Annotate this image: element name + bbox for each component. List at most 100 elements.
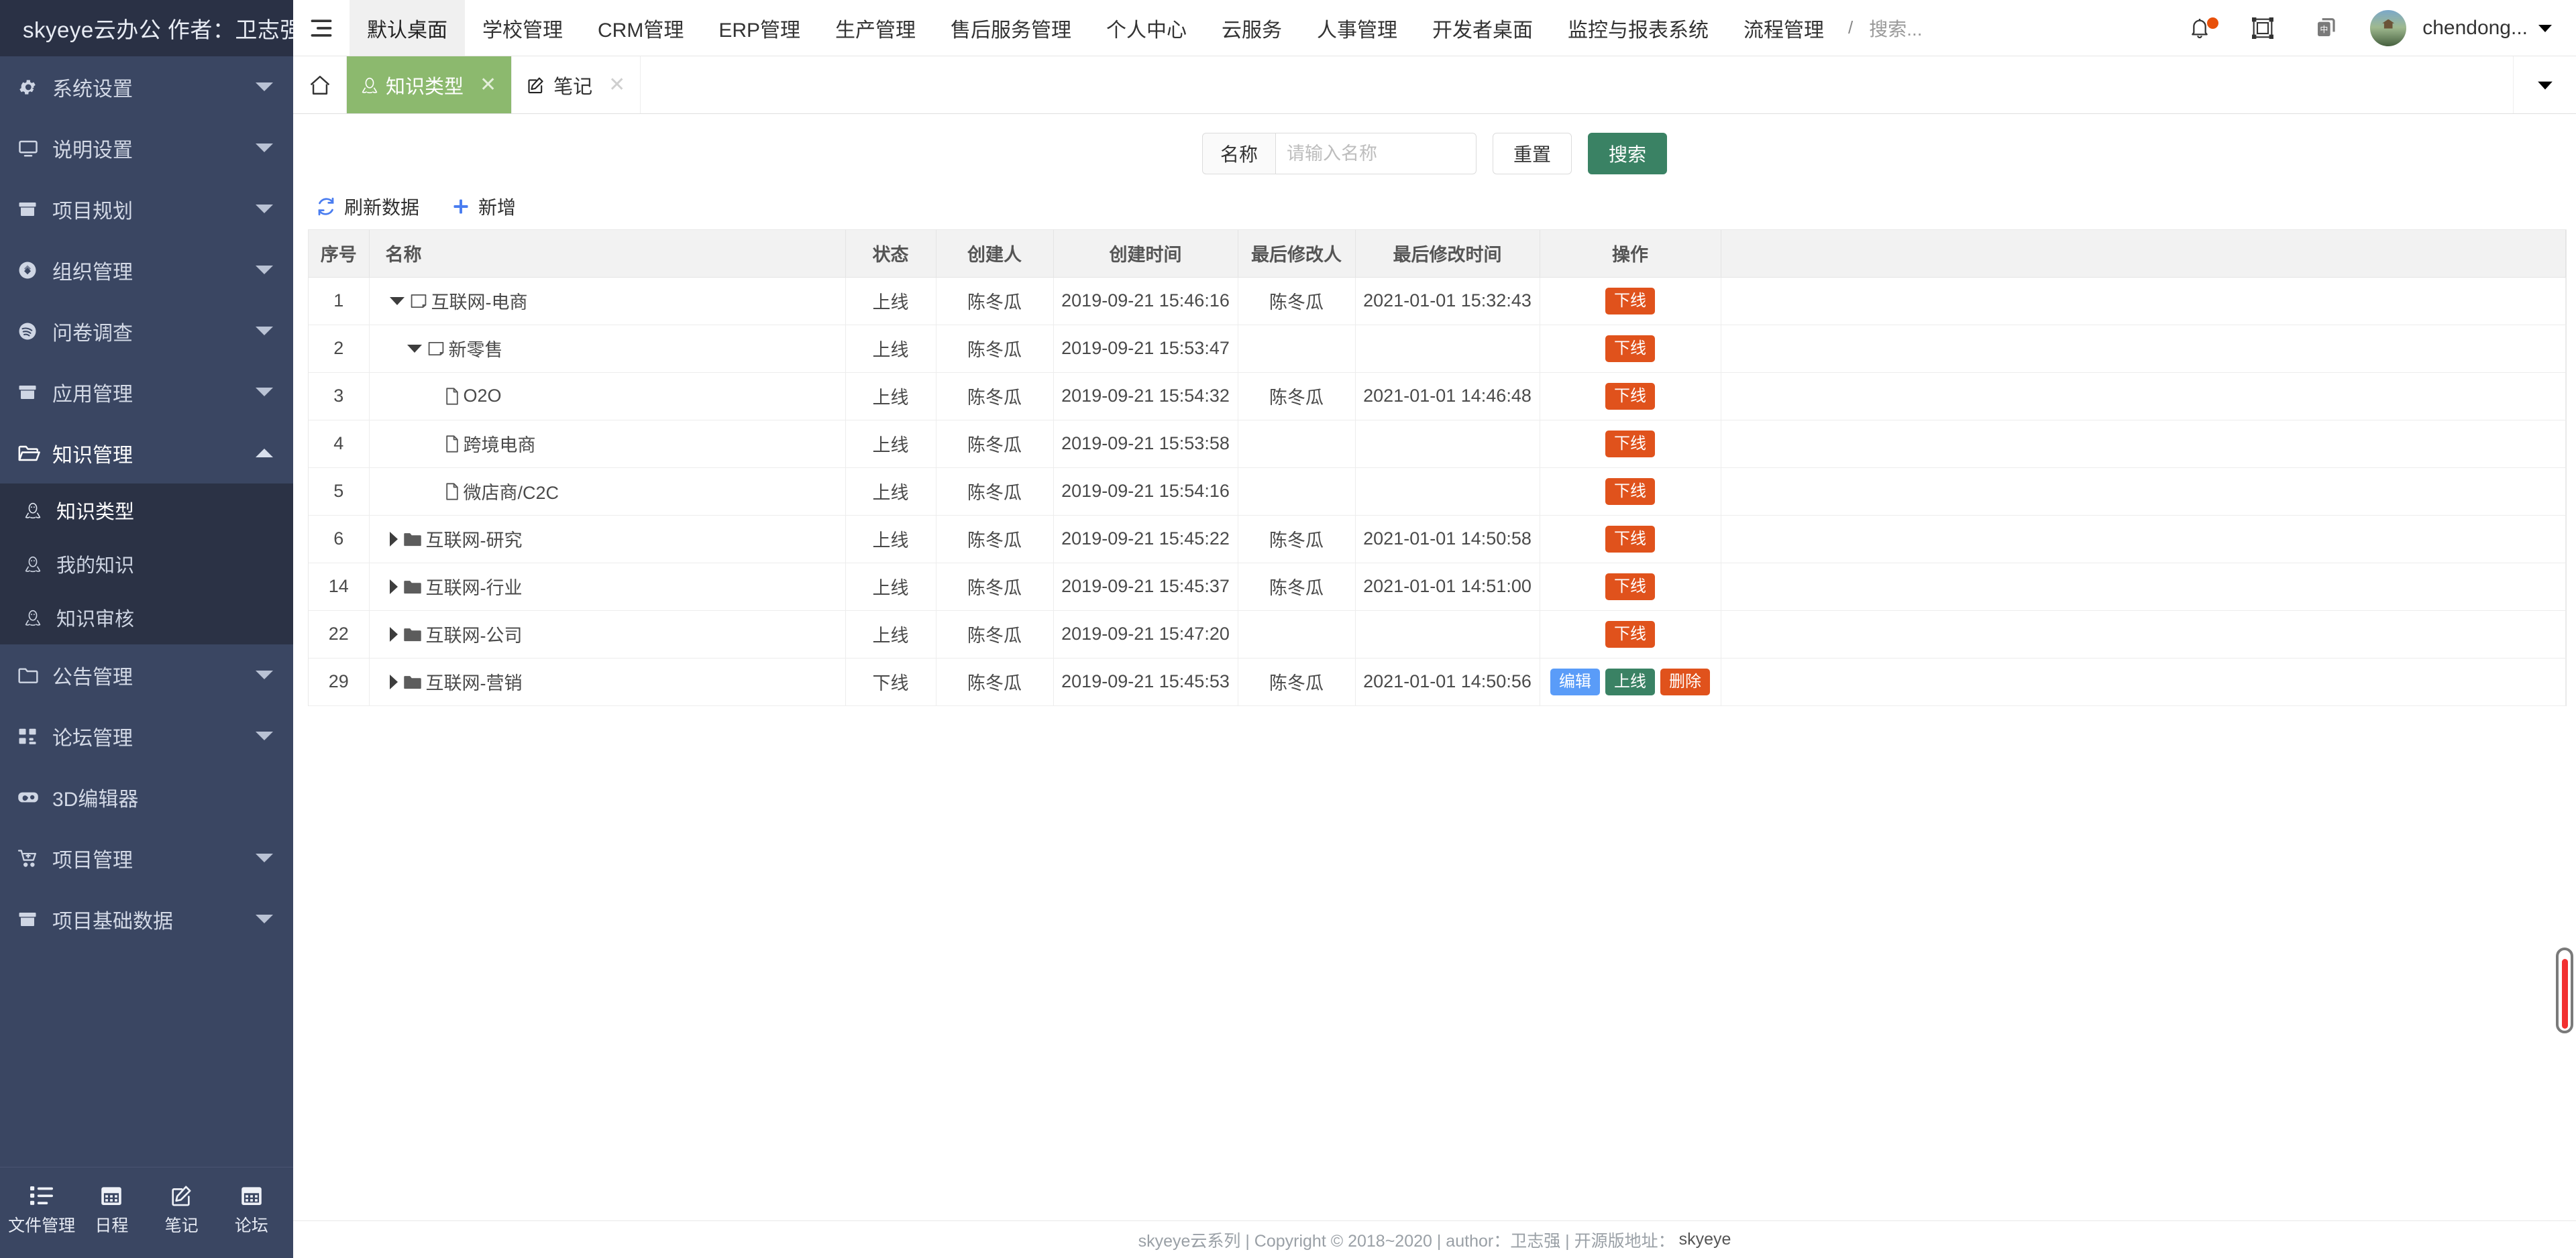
sidebar-item-org-management[interactable]: 组织管理 <box>0 239 293 300</box>
col-seq[interactable]: 序号 <box>309 230 370 278</box>
cell-name[interactable]: 新零售 <box>369 325 846 373</box>
col-creator[interactable]: 创建人 <box>936 230 1054 278</box>
cell-name[interactable]: 跨境电商 <box>369 420 846 468</box>
add-button[interactable]: 新增 <box>451 193 516 220</box>
table-row[interactable]: 2 新零售 上线 陈冬瓜 2019-09-21 15:53:47 下线 <box>309 325 2566 373</box>
cell-name[interactable]: O2O <box>369 372 846 420</box>
action-online-button[interactable]: 上线 <box>1605 668 1655 695</box>
sidebar-item-survey[interactable]: 问卷调查 <box>0 300 293 361</box>
col-name[interactable]: 名称 <box>369 230 846 278</box>
nav-item-cloud-service[interactable]: 云服务 <box>1204 0 1299 56</box>
name-filter-input[interactable] <box>1275 133 1477 174</box>
sidebar-item-project-base-data[interactable]: 项目基础数据 <box>0 889 293 950</box>
col-created[interactable]: 创建时间 <box>1053 230 1238 278</box>
search-button[interactable]: 搜索 <box>1588 133 1668 174</box>
home-icon[interactable] <box>293 56 347 113</box>
table-row[interactable]: 22 互联网-公司 上线 陈冬瓜 2019-09-21 15:47:20 下线 <box>309 610 2566 659</box>
sidebar-item-knowledge-management[interactable]: 知识管理 <box>0 422 293 483</box>
calendar-icon <box>239 1184 264 1207</box>
tab-knowledge-type[interactable]: 知识类型 ✕ <box>347 56 513 113</box>
nav-item-aftersales-management[interactable]: 售后服务管理 <box>933 0 1089 56</box>
expand-toggle-icon[interactable] <box>389 674 398 689</box>
collapse-toggle-icon[interactable] <box>407 344 422 353</box>
collapse-toggle-icon[interactable] <box>389 296 405 305</box>
sidebar-item-my-knowledge[interactable]: 我的知识 <box>0 537 293 591</box>
footer-link[interactable]: skyeye <box>1679 1230 1731 1249</box>
nav-item-hr-management[interactable]: 人事管理 <box>1299 0 1415 56</box>
table-row[interactable]: 5 微店商/C2C 上线 陈冬瓜 2019-09-21 15:54:16 下线 <box>309 467 2566 516</box>
nav-item-developer-desktop[interactable]: 开发者桌面 <box>1415 0 1550 56</box>
user-menu[interactable]: chendong... <box>2422 17 2553 40</box>
cell-name[interactable]: 互联网-电商 <box>369 277 846 325</box>
reset-button[interactable]: 重置 <box>1492 133 1572 174</box>
col-status[interactable]: 状态 <box>845 230 936 278</box>
expand-toggle-icon[interactable] <box>389 531 398 547</box>
hamburger-icon[interactable] <box>293 0 350 56</box>
nav-item-production-management[interactable]: 生产管理 <box>818 0 933 56</box>
cell-name[interactable]: 微店商/C2C <box>369 467 846 516</box>
expand-toggle-icon[interactable] <box>389 626 398 642</box>
name-label: 跨境电商 <box>463 435 536 455</box>
table-row[interactable]: 6 互联网-研究 上线 陈冬瓜 2019-09-21 15:45:22 陈冬瓜 2021… <box>309 515 2566 563</box>
fullscreen-icon[interactable] <box>2235 0 2291 56</box>
refresh-data-button[interactable]: 刷新数据 <box>316 193 419 220</box>
nav-item-default-desktop[interactable]: 默认桌面 <box>350 0 465 56</box>
col-actions[interactable]: 操作 <box>1540 230 1721 278</box>
quick-button-file-management[interactable]: 文件管理 <box>8 1184 75 1237</box>
right-edge-scroll-indicator[interactable] <box>2556 948 2573 1033</box>
action-offline-button[interactable]: 下线 <box>1605 382 1655 410</box>
action-edit-button[interactable]: 编辑 <box>1550 668 1600 695</box>
tab-notes[interactable]: 笔记 ✕ <box>512 56 641 113</box>
language-icon[interactable]: 中 <box>2298 0 2354 56</box>
avatar[interactable] <box>2370 9 2407 46</box>
cell-name[interactable]: 互联网-营销 <box>369 658 846 706</box>
sidebar-item-3d-editor[interactable]: 3D编辑器 <box>0 766 293 827</box>
quick-button-notes[interactable]: 笔记 <box>148 1184 215 1237</box>
cell-creator: 陈冬瓜 <box>936 658 1054 706</box>
action-offline-button[interactable]: 下线 <box>1605 525 1655 553</box>
col-modifier[interactable]: 最后修改人 <box>1238 230 1356 278</box>
col-modified[interactable]: 最后修改时间 <box>1355 230 1540 278</box>
sidebar-item-system-settings[interactable]: 系统设置 <box>0 56 293 117</box>
sidebar-item-knowledge-review[interactable]: 知识审核 <box>0 591 293 644</box>
nav-item-process-management[interactable]: 流程管理 <box>1726 0 1841 56</box>
action-delete-button[interactable]: 删除 <box>1660 668 1710 695</box>
expand-toggle-icon[interactable] <box>389 579 398 594</box>
table-row[interactable]: 14 互联网-行业 上线 陈冬瓜 2019-09-21 15:45:37 陈冬瓜 202… <box>309 563 2566 611</box>
table-row[interactable]: 1 互联网-电商 上线 陈冬瓜 2019-09-21 15:46:16 陈冬瓜 2021… <box>309 277 2566 325</box>
action-offline-button[interactable]: 下线 <box>1605 477 1655 505</box>
nav-item-crm-management[interactable]: CRM管理 <box>580 0 701 56</box>
sidebar-item-instruction-settings[interactable]: 说明设置 <box>0 117 293 178</box>
tab-overflow-button[interactable] <box>2513 56 2576 113</box>
sidebar-item-app-management[interactable]: 应用管理 <box>0 361 293 422</box>
action-offline-button[interactable]: 下线 <box>1605 573 1655 600</box>
nav-item-school-management[interactable]: 学校管理 <box>465 0 580 56</box>
action-offline-button[interactable]: 下线 <box>1605 430 1655 457</box>
nav-item-monitor-report[interactable]: 监控与报表系统 <box>1550 0 1726 56</box>
nav-item-personal-center[interactable]: 个人中心 <box>1089 0 1204 56</box>
action-offline-button[interactable]: 下线 <box>1605 335 1655 362</box>
chevron-up-icon <box>256 449 273 457</box>
close-icon[interactable]: ✕ <box>480 73 496 97</box>
nav-search-placeholder[interactable]: 搜索... <box>1860 0 1922 56</box>
action-offline-button[interactable]: 下线 <box>1605 287 1655 314</box>
table-row[interactable]: 4 跨境电商 上线 陈冬瓜 2019-09-21 15:53:58 下线 <box>309 420 2566 468</box>
sidebar-item-knowledge-type[interactable]: 知识类型 <box>0 483 293 537</box>
cell-name[interactable]: 互联网-公司 <box>369 610 846 659</box>
sidebar-item-project-management[interactable]: 项目管理 <box>0 827 293 889</box>
sidebar-item-project-planning[interactable]: 项目规划 <box>0 178 293 239</box>
sidebar-item-forum-management[interactable]: 论坛管理 <box>0 705 293 766</box>
sidebar-item-announcement-management[interactable]: 公告管理 <box>0 644 293 705</box>
quick-button-calendar[interactable]: 日程 <box>78 1184 145 1237</box>
cell-created: 2019-09-21 15:54:16 <box>1053 467 1238 516</box>
quick-button-forum[interactable]: 论坛 <box>218 1184 285 1237</box>
cell-modifier: 陈冬瓜 <box>1238 372 1356 420</box>
bell-icon[interactable] <box>2171 0 2228 56</box>
action-offline-button[interactable]: 下线 <box>1605 620 1655 648</box>
cell-name[interactable]: 互联网-研究 <box>369 515 846 563</box>
table-row[interactable]: 29 互联网-营销 下线 陈冬瓜 2019-09-21 15:45:53 陈冬瓜 202… <box>309 658 2566 706</box>
cell-name[interactable]: 互联网-行业 <box>369 563 846 611</box>
table-row[interactable]: 3 O2O 上线 陈冬瓜 2019-09-21 15:54:32 陈冬瓜 2021-01… <box>309 372 2566 420</box>
close-icon[interactable]: ✕ <box>608 73 625 97</box>
nav-item-erp-management[interactable]: ERP管理 <box>701 0 818 56</box>
